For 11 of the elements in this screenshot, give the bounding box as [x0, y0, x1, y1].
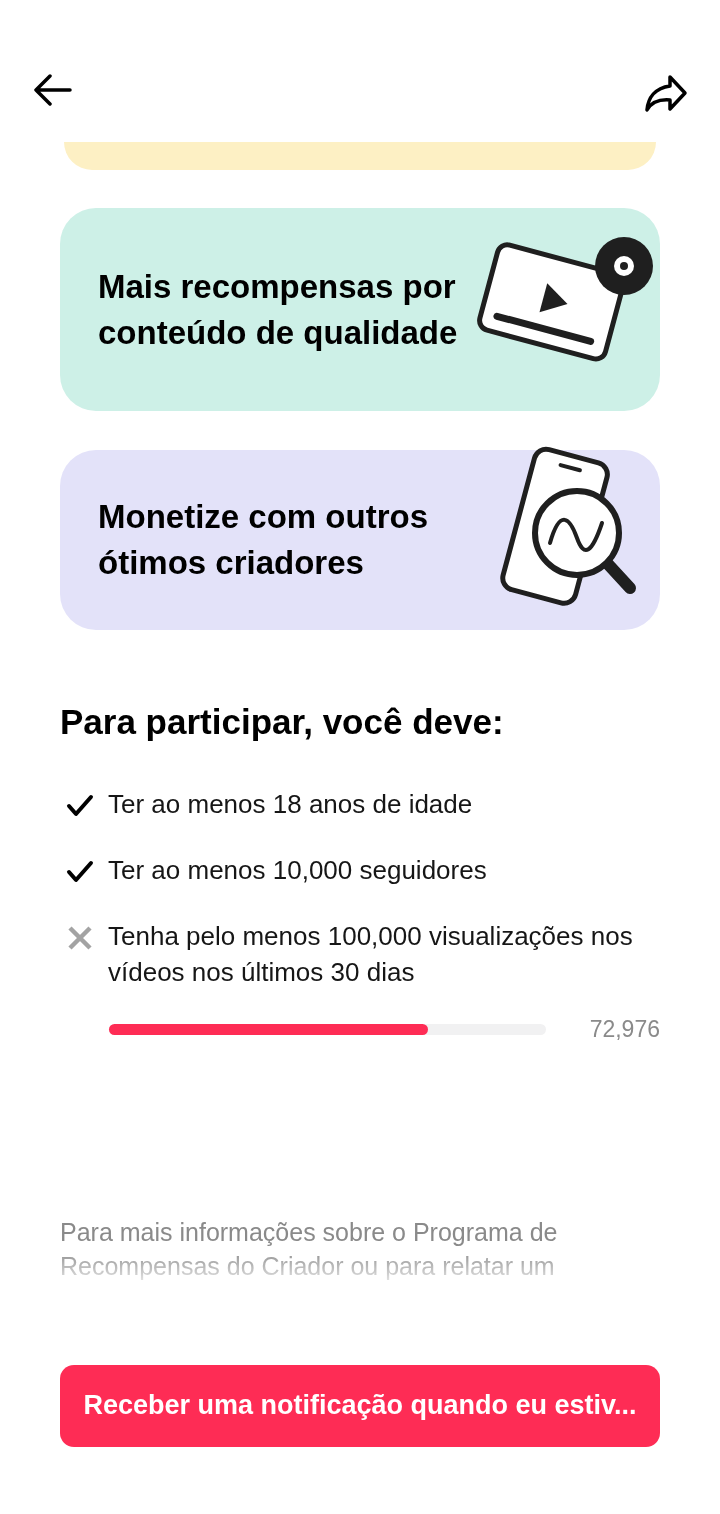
requirement-text: Ter ao menos 18 anos de idade: [108, 788, 473, 821]
back-arrow-icon[interactable]: [32, 74, 72, 106]
info-text: Para mais informações sobre o Programa de Recompensas do Criador ou para relatar um: [60, 1216, 559, 1282]
notify-button[interactable]: Receber uma notificação quando eu estiv...: [60, 1364, 660, 1447]
share-icon[interactable]: [644, 74, 688, 114]
requirement-text: Tenha pelo menos 100,000 visualizações nos vídeos nos últimos 30 dias: [108, 920, 634, 989]
card-title: Monetize com outros ótimos criadores: [98, 497, 430, 583]
requirement-text: Ter ao menos 10,000 seguidores: [108, 854, 487, 887]
card-title: Mais recompensas por conteúdo de qualidade: [98, 266, 458, 353]
requirements-heading: Para participar, você deve:: [60, 701, 505, 743]
progress-reading: 72,976: [589, 1015, 660, 1044]
